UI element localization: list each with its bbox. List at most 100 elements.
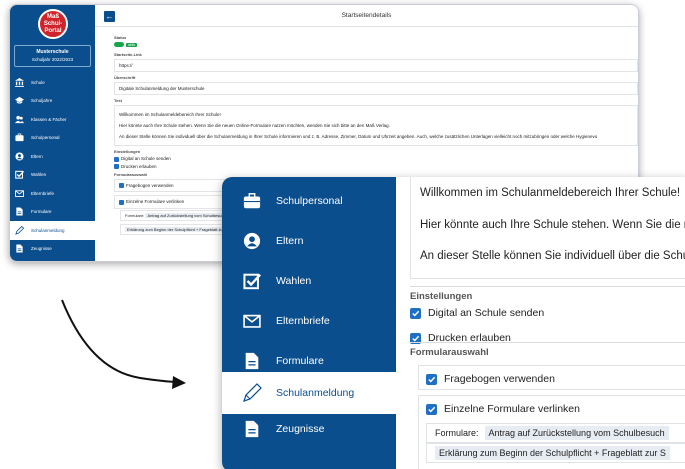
form-tag[interactable]: Antrag auf Zurückstellung vom Schulbesuc… bbox=[145, 212, 228, 218]
envelope-icon bbox=[15, 189, 24, 198]
checkbox[interactable] bbox=[426, 403, 437, 415]
forms-list-row-2: Erklärung zum Beginn der Schulpflicht + … bbox=[426, 443, 685, 463]
sidebar-item-schulpersonal[interactable]: Schulpersonal bbox=[10, 129, 95, 148]
sidebar-zoomed: Schulpersonal Eltern Wahlen Elternbriefe… bbox=[222, 177, 396, 469]
forms-list: Formulare: Antrag auf Zurückstellung vom… bbox=[426, 423, 685, 443]
sidebar-nav: Schule Schuljahre Klassen & Fächer Schul… bbox=[10, 73, 95, 258]
divider bbox=[410, 286, 685, 287]
sidebar-item-schuljahre[interactable]: Schuljahre bbox=[10, 92, 95, 111]
form-select-label: Formularauswahl bbox=[410, 347, 489, 358]
sidebar-item-label: Formulare bbox=[31, 209, 52, 215]
check-square-icon bbox=[15, 170, 24, 179]
logo-text: Maß Schul-Portal bbox=[43, 13, 63, 34]
setting-digital[interactable]: Digital an Schule senden bbox=[114, 156, 638, 162]
sidebar-item-label: Schulanmeldung bbox=[31, 227, 65, 233]
arrowhead-icon bbox=[172, 376, 186, 389]
users-icon bbox=[15, 115, 24, 124]
sidebar-item-schulanmeldung[interactable]: Schulanmeldung bbox=[10, 221, 95, 240]
sidebar-item-klassen[interactable]: Klassen & Fächer bbox=[10, 110, 95, 129]
sidebar-item-label: Zeugnisse bbox=[31, 246, 52, 252]
document-icon bbox=[242, 351, 262, 371]
text-line: An dieser Stelle können Sie individuell … bbox=[420, 250, 685, 262]
link-input[interactable]: https:// bbox=[114, 59, 638, 73]
school-year: Schuljahr 2022/2023 bbox=[31, 57, 74, 62]
settings-label: Einstellungen bbox=[114, 149, 141, 155]
sidebar: Maß Schul-Portal Musterschule Schuljahr 2… bbox=[10, 5, 95, 261]
settings-label: Einstellungen bbox=[410, 291, 473, 302]
sidebar-item-label: Elternbriefe bbox=[276, 315, 330, 327]
setting-label: Digital an Schule senden bbox=[428, 307, 545, 319]
checkbox[interactable] bbox=[410, 307, 421, 319]
setting-print[interactable]: Drucken erlauben bbox=[114, 164, 638, 169]
sidebar-item-zeugnisse[interactable]: Zeugnisse bbox=[10, 240, 95, 259]
status-badge: aktiv bbox=[126, 42, 138, 47]
text-line: An dieser Stelle können Sie individuell … bbox=[119, 134, 598, 140]
setting-label: Digital an Schule senden bbox=[121, 156, 171, 162]
sidebar-item-schulanmeldung[interactable]: Schulanmeldung bbox=[222, 372, 396, 414]
text-editor[interactable]: Willkommen im Schulanmeldebereich Ihrer … bbox=[114, 105, 638, 147]
briefcase-icon bbox=[15, 133, 24, 142]
heading-input[interactable]: Digitale Schulanmeldung der Musterschule bbox=[114, 82, 638, 96]
pen-icon bbox=[242, 383, 262, 403]
checkbox[interactable] bbox=[114, 163, 119, 169]
option-label: Fragebogen verwenden bbox=[126, 182, 174, 188]
sidebar-item-label: Klassen & Fächer bbox=[31, 116, 67, 122]
school-icon bbox=[15, 77, 24, 87]
forms-prefix: Formulare: bbox=[125, 212, 145, 218]
checkbox[interactable] bbox=[119, 183, 124, 189]
sidebar-item-label: Wahlen bbox=[31, 172, 47, 178]
text-line: Willkommen im Schulanmeldebereich Ihrer … bbox=[420, 187, 681, 199]
setting-digital[interactable]: Digital an Schule senden bbox=[410, 307, 544, 319]
checkbox[interactable] bbox=[114, 156, 119, 162]
sidebar-item-schule[interactable]: Schule bbox=[10, 73, 95, 92]
option-link-forms[interactable]: Einzelne Formulare verlinken bbox=[426, 403, 580, 415]
sidebar-item-eltern[interactable]: Eltern bbox=[10, 147, 95, 166]
checkbox[interactable] bbox=[426, 373, 437, 385]
envelope-icon bbox=[242, 311, 262, 331]
sidebar-item-label: Schuljahre bbox=[31, 98, 53, 104]
page-title: Startseitendetails bbox=[341, 12, 392, 19]
sidebar-item-label: Elternbriefe bbox=[31, 190, 55, 196]
main-zoomed: Willkommen im Schulanmeldebereich Ihrer … bbox=[396, 177, 685, 469]
option-questionnaire[interactable]: Fragebogen verwenden bbox=[426, 373, 555, 385]
sidebar-item-label: Schulpersonal bbox=[276, 195, 343, 207]
figure: Maß Schul-Portal Musterschule Schuljahr 2… bbox=[0, 0, 685, 469]
logo[interactable]: Maß Schul-Portal bbox=[38, 9, 68, 39]
sidebar-item-label: Zeugnisse bbox=[276, 423, 325, 435]
sidebar-item-eltern[interactable]: Eltern bbox=[222, 221, 396, 261]
form-tag[interactable]: Erklärung zum Beginn der Schulpflicht + … bbox=[435, 446, 670, 460]
user-circle-icon bbox=[15, 152, 24, 161]
forms-prefix: Formulare: bbox=[435, 428, 479, 438]
school-name: Musterschule bbox=[36, 49, 69, 55]
status-toggle[interactable] bbox=[114, 42, 124, 48]
setting-label: Drucken erlauben bbox=[121, 163, 157, 169]
link-label: Startseite-Link bbox=[114, 52, 142, 58]
option-label: Fragebogen verwenden bbox=[444, 373, 555, 385]
sidebar-item-label: Wahlen bbox=[276, 275, 312, 287]
sidebar-item-formulare[interactable]: Formulare bbox=[10, 203, 95, 222]
pen-icon bbox=[15, 225, 24, 235]
sidebar-item-elternbriefe[interactable]: Elternbriefe bbox=[222, 301, 396, 341]
sidebar-item-zeugnisse[interactable]: Zeugnisse bbox=[222, 409, 396, 449]
sidebar-item-wahlen[interactable]: Wahlen bbox=[222, 261, 396, 301]
text-line: Hier könnte auch Ihre Schule stehen. Wen… bbox=[119, 123, 390, 129]
sidebar-item-label: Schulanmeldung bbox=[276, 387, 355, 399]
user-circle-icon bbox=[242, 231, 262, 251]
form-tag[interactable]: Erklärung zum Beginn der Schulpflicht + … bbox=[125, 226, 232, 232]
sidebar-item-elternbriefe[interactable]: Elternbriefe bbox=[10, 184, 95, 203]
sidebar-item-wahlen[interactable]: Wahlen bbox=[10, 166, 95, 185]
school-selector[interactable]: Musterschule Schuljahr 2022/2023 bbox=[14, 45, 91, 67]
briefcase-icon bbox=[242, 191, 262, 211]
status-label: Status bbox=[114, 35, 127, 40]
text-line: Hier könnte auch Ihre Schule stehen. Wen… bbox=[420, 219, 685, 231]
form-tag[interactable]: Antrag auf Zurückstellung vom Schulbesuc… bbox=[484, 426, 669, 440]
option-label: Einzelne Formulare verlinken bbox=[126, 199, 185, 205]
sidebar-item-schulpersonal[interactable]: Schulpersonal bbox=[222, 181, 396, 221]
checkbox[interactable] bbox=[119, 199, 124, 205]
document-icon bbox=[242, 419, 262, 439]
heading-label: Überschrift bbox=[114, 75, 136, 81]
text-line: Willkommen im Schulanmeldebereich Ihrer … bbox=[119, 112, 221, 118]
sidebar-item-label: Schule bbox=[31, 79, 45, 85]
graduation-cap-icon bbox=[15, 96, 24, 105]
status-row: aktiv bbox=[114, 42, 638, 48]
